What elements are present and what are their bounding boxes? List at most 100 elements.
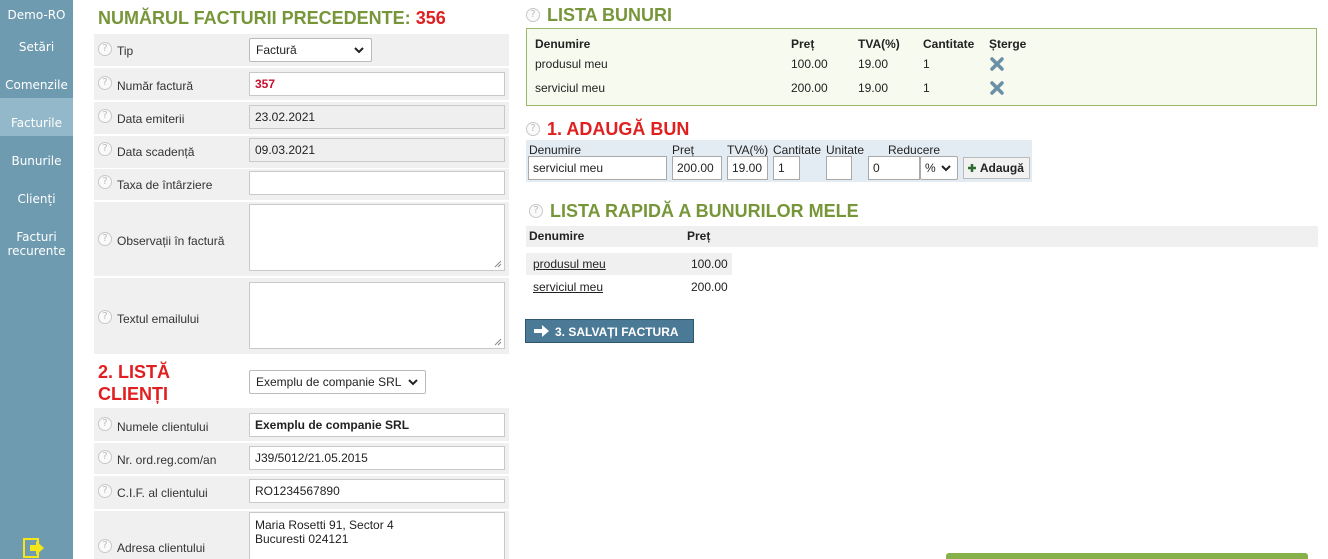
goods-row-2-tva: 19.00 <box>858 81 889 95</box>
client-address-line1: Maria Rosetti 91, Sector 4 <box>255 518 394 532</box>
sidebar-item-orders[interactable]: Comenzile <box>0 78 73 92</box>
client-name-label: Numele clientului <box>117 420 209 434</box>
email-text-label: Textul emailului <box>117 312 200 326</box>
help-icon[interactable]: ? <box>98 450 112 464</box>
client-cif-input[interactable]: RO1234567890 <box>249 479 505 503</box>
clients-list-title: 2. LISTĂ CLIENȚI <box>98 361 170 405</box>
sidebar-item-settings[interactable]: Setări <box>0 40 73 54</box>
discount-type-select[interactable]: % <box>920 156 958 180</box>
delete-x-icon[interactable] <box>990 57 1004 71</box>
add-name-label: Denumire <box>529 143 582 157</box>
quick-row-2-name-link[interactable]: serviciul meu <box>533 280 603 294</box>
add-good-button[interactable]: Adaugă <box>963 157 1030 179</box>
clients-title-line2: CLIENȚI <box>98 384 168 404</box>
help-icon[interactable]: ? <box>98 175 112 189</box>
add-qty-input[interactable]: 1 <box>773 156 800 180</box>
add-price-input[interactable]: 200.00 <box>672 156 722 180</box>
quick-col-price: Preț <box>687 229 711 243</box>
client-select-value: Exemplu de companie SRL <box>256 375 402 389</box>
help-icon[interactable]: ? <box>526 122 540 136</box>
quick-row-2: serviciul meu 200.00 <box>526 276 732 298</box>
previous-invoice-title: NUMĂRUL FACTURII PRECEDENTE: 356 <box>98 8 446 29</box>
chevron-down-icon <box>941 165 951 172</box>
quick-col-name: Denumire <box>529 229 585 243</box>
add-discount-label: Reducere <box>888 143 941 157</box>
quick-list-header: Denumire Preț <box>526 226 1318 247</box>
sidebar-item-demo-ro[interactable]: Demo-RO <box>0 8 73 22</box>
clients-title-line1: 2. LISTĂ <box>98 362 171 382</box>
goods-col-tva: TVA(%) <box>858 37 900 51</box>
help-icon[interactable]: ? <box>98 109 112 123</box>
late-fee-label: Taxa de întârziere <box>117 178 213 192</box>
help-icon[interactable]: ? <box>98 310 112 324</box>
help-icon[interactable]: ? <box>98 484 112 498</box>
client-select[interactable]: Exemplu de companie SRL <box>249 370 426 394</box>
client-address-textarea[interactable]: Maria Rosetti 91, Sector 4 Bucuresti 024… <box>249 512 505 559</box>
issue-date-label: Data emiterii <box>117 112 185 126</box>
help-icon[interactable]: ? <box>98 417 112 431</box>
sidebar-item-recurring-invoices[interactable]: Facturi recurente <box>0 230 73 258</box>
help-icon[interactable]: ? <box>98 142 112 156</box>
add-price-label: Preț <box>672 143 695 157</box>
goods-row-1-price: 100.00 <box>791 57 828 71</box>
client-name-input[interactable]: Exemplu de companie SRL <box>249 413 505 437</box>
sidebar-item-invoices[interactable]: Facturile <box>0 98 73 136</box>
previous-invoice-label: NUMĂRUL FACTURII PRECEDENTE: <box>98 8 411 28</box>
quick-row-1: produsul meu 100.00 <box>526 253 732 275</box>
goods-row-2-name: serviciul meu <box>535 81 606 95</box>
add-discount-input[interactable]: 0 <box>868 156 920 180</box>
add-good-title: 1. ADAUGĂ BUN <box>547 119 690 139</box>
help-icon[interactable]: ? <box>98 232 112 246</box>
due-date-label: Data scadență <box>117 145 195 159</box>
arrow-right-icon <box>534 325 549 337</box>
late-fee-input[interactable] <box>249 171 505 195</box>
resize-grip-icon[interactable] <box>494 338 502 346</box>
add-unit-label: Unitate <box>826 143 865 157</box>
add-tva-input[interactable]: 19.00 <box>727 156 768 180</box>
add-good-form: Denumire Preț TVA(%) Cantitate Unitate R… <box>526 140 1032 182</box>
add-qty-label: Cantitate <box>773 143 822 157</box>
goods-list-table: Denumire Preț TVA(%) Cantitate Șterge pr… <box>526 28 1317 106</box>
chevron-down-icon <box>408 379 418 386</box>
goods-row-1-qty: 1 <box>923 57 930 71</box>
goods-row-2-qty: 1 <box>923 81 930 95</box>
discount-type-value: % <box>925 161 936 175</box>
save-invoice-button[interactable]: 3. SALVAȚI FACTURA <box>525 319 694 343</box>
help-icon[interactable]: ? <box>526 8 540 22</box>
quick-row-1-name-link[interactable]: produsul meu <box>533 257 606 271</box>
goods-col-price: Preț <box>791 37 815 51</box>
resize-grip-icon[interactable] <box>494 260 502 268</box>
client-reg-input[interactable]: J39/5012/21.05.2015 <box>249 446 505 470</box>
add-unit-input[interactable] <box>826 156 852 180</box>
quick-row-2-price: 200.00 <box>691 280 728 294</box>
sidebar-item-goods[interactable]: Bunurile <box>0 154 73 168</box>
goods-row-1-tva: 19.00 <box>858 57 889 71</box>
help-icon[interactable]: ? <box>98 76 112 90</box>
delete-x-icon[interactable] <box>990 81 1004 95</box>
observations-label: Observații în factură <box>117 234 225 248</box>
client-reg-label: Nr. ord.reg.com/an <box>117 453 217 467</box>
add-name-input[interactable]: serviciul meu <box>528 156 667 180</box>
exit-arrow-icon[interactable] <box>23 538 45 558</box>
help-icon[interactable]: ? <box>529 204 543 218</box>
client-address-label: Adresa clientului <box>117 541 206 555</box>
invoice-number-input[interactable]: 357 <box>249 72 505 96</box>
previous-invoice-number: 356 <box>415 8 446 28</box>
sidebar-item-clients[interactable]: Clienți <box>0 192 73 206</box>
sidebar: Demo-RO Setări Comenzile Facturile Bunur… <box>0 0 73 559</box>
chevron-down-icon <box>354 47 364 54</box>
observations-textarea[interactable] <box>249 204 505 271</box>
help-icon[interactable]: ? <box>98 539 112 553</box>
tip-select-value: Factură <box>256 43 297 57</box>
email-textarea[interactable] <box>249 282 505 349</box>
tip-select[interactable]: Factură <box>249 38 372 62</box>
due-date-input[interactable]: 09.03.2021 <box>249 138 505 162</box>
issue-date-input[interactable]: 23.02.2021 <box>249 105 505 129</box>
add-tva-label: TVA(%) <box>727 143 769 157</box>
quick-row-1-price: 100.00 <box>691 257 728 271</box>
goods-col-qty: Cantitate <box>923 37 975 51</box>
goods-col-name: Denumire <box>535 37 591 51</box>
plus-icon <box>968 164 976 172</box>
client-address-line2: Bucuresti 024121 <box>255 532 349 546</box>
help-icon[interactable]: ? <box>98 42 112 56</box>
